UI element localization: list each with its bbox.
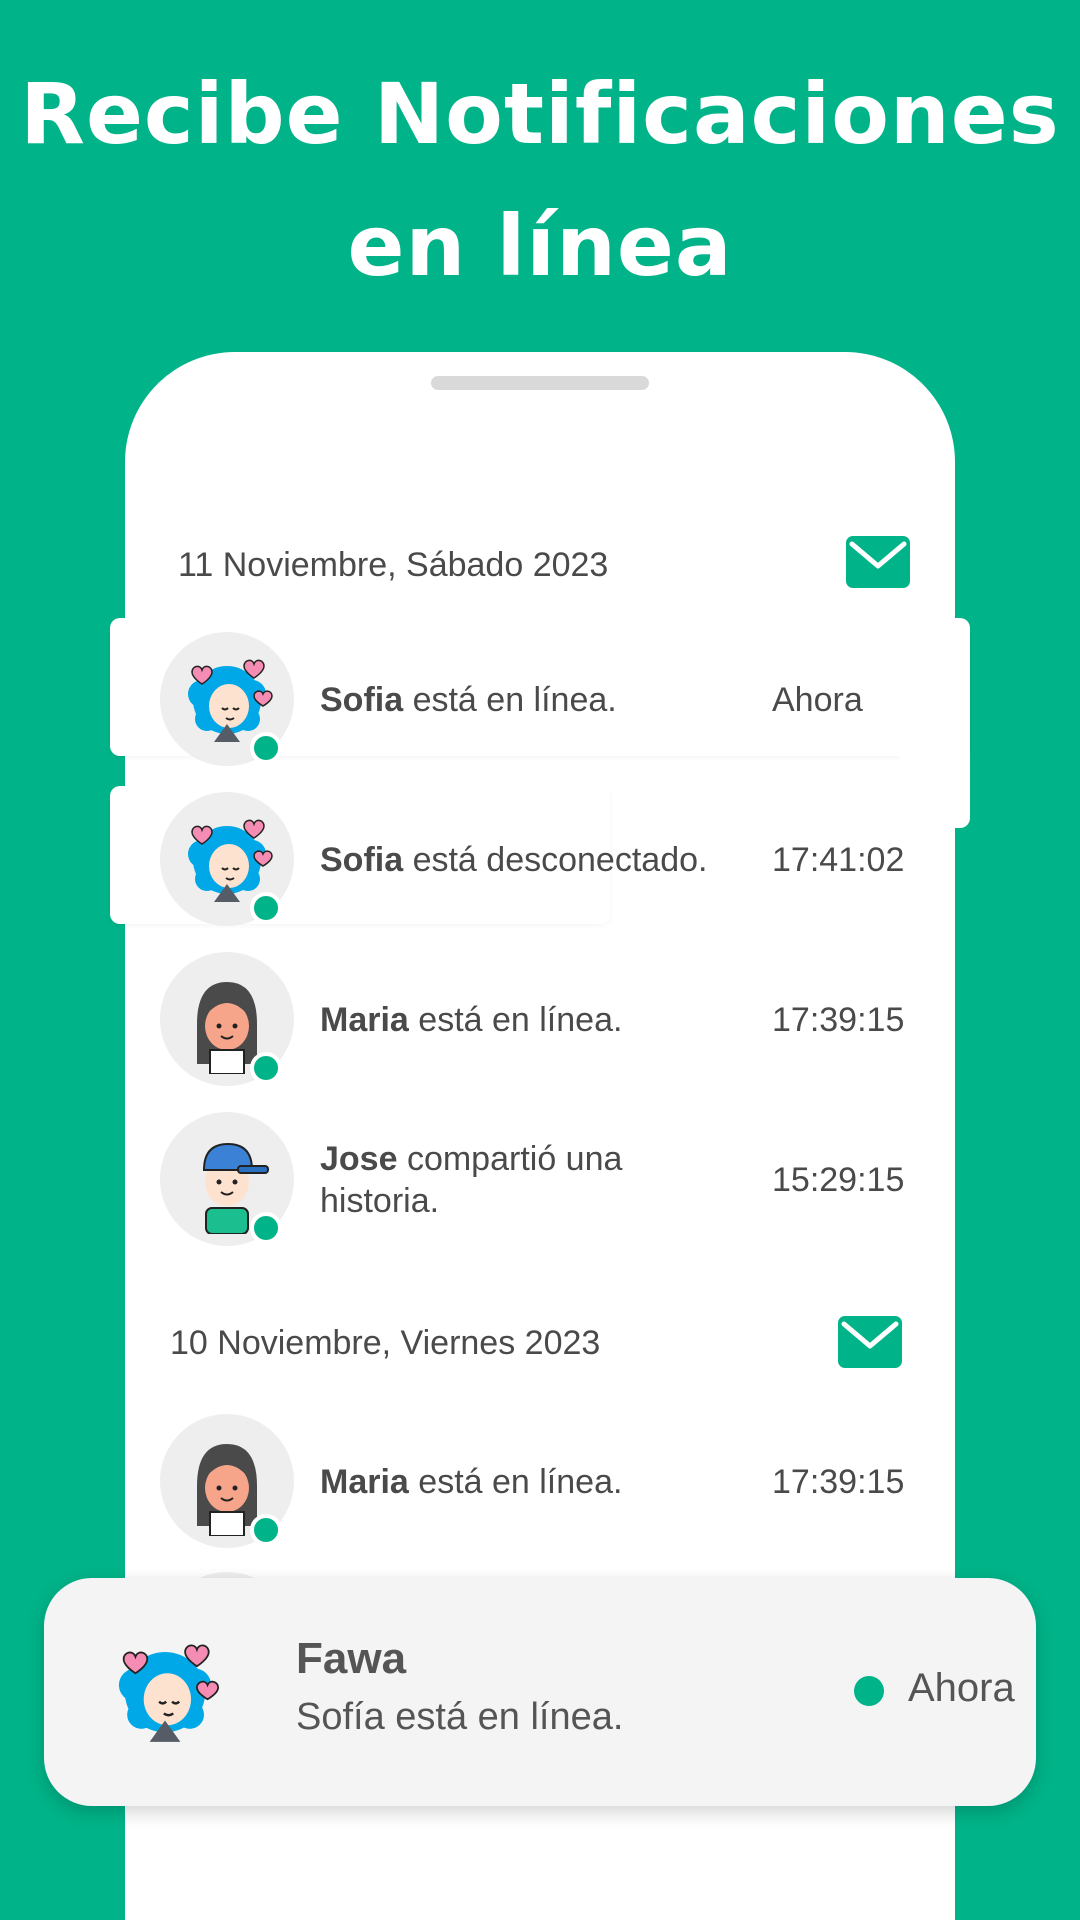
- headline-line-1: Recibe Notificaciones: [20, 65, 1060, 163]
- notification-time: 17:39:15: [772, 1462, 905, 1501]
- online-status-dot: [854, 1676, 884, 1706]
- notification-text: Maria está en línea.: [320, 1414, 760, 1550]
- phone-notch: [431, 376, 649, 390]
- notification-row[interactable]: Maria está en línea. 17:39:15: [160, 952, 920, 1088]
- notification-time: 17:39:15: [772, 1000, 905, 1039]
- online-status-dot: [250, 892, 282, 924]
- notification-message: está en línea.: [418, 1001, 623, 1039]
- avatar: [160, 952, 296, 1088]
- notification-row[interactable]: Sofia está desconectado. 17:41:02: [160, 792, 920, 928]
- toast-time: Ahora: [908, 1666, 1015, 1710]
- notification-text: Sofia está desconectado.: [320, 792, 770, 928]
- date-header: 11 Noviembre, Sábado 2023: [178, 538, 918, 598]
- headline-line-2: en línea: [347, 197, 733, 295]
- avatar: [160, 1414, 296, 1550]
- contact-name: Sofia: [320, 841, 404, 879]
- notification-row[interactable]: Maria está en línea. 17:39:15: [160, 1414, 920, 1550]
- date-label: 10 Noviembre, Viernes 2023: [170, 1324, 601, 1362]
- online-status-dot: [250, 732, 282, 764]
- notification-time: 15:29:15: [772, 1160, 905, 1199]
- online-status-dot: [250, 1514, 282, 1546]
- notification-row[interactable]: Jose compartió una historia. 15:29:15: [160, 1112, 920, 1248]
- contact-name: Maria: [320, 1001, 409, 1039]
- notification-message: está en línea.: [412, 681, 617, 719]
- avatar: [160, 792, 296, 928]
- push-notification-toast[interactable]: Fawa Sofía está en línea. Ahora: [44, 1578, 1036, 1806]
- avatar: [160, 1112, 296, 1248]
- date-label: 11 Noviembre, Sábado 2023: [178, 546, 609, 584]
- mail-icon[interactable]: [846, 536, 910, 588]
- contact-name: Jose: [320, 1140, 398, 1178]
- notification-text: Maria está en línea.: [320, 952, 760, 1088]
- notification-time: 17:41:02: [772, 840, 905, 879]
- notification-message: está desconectado.: [412, 841, 708, 879]
- girl-hearts-avatar-icon: [100, 1626, 230, 1756]
- avatar: [160, 632, 296, 768]
- toast-message: Sofía está en línea.: [296, 1696, 624, 1738]
- notification-row[interactable]: Sofia está en línea. Ahora: [160, 632, 920, 768]
- online-status-dot: [250, 1212, 282, 1244]
- headline: Recibe Notificaciones en línea: [0, 48, 1080, 312]
- contact-name: Maria: [320, 1463, 409, 1501]
- contact-name: Sofia: [320, 681, 404, 719]
- notification-text: Jose compartió una historia.: [320, 1112, 680, 1248]
- online-status-dot: [250, 1052, 282, 1084]
- date-header: 10 Noviembre, Viernes 2023: [170, 1316, 910, 1376]
- toast-app-name: Fawa: [296, 1634, 407, 1683]
- notification-time: Ahora: [772, 680, 863, 719]
- notification-message: está en línea.: [418, 1463, 623, 1501]
- mail-icon[interactable]: [838, 1316, 902, 1368]
- notification-text: Sofia está en línea.: [320, 632, 760, 768]
